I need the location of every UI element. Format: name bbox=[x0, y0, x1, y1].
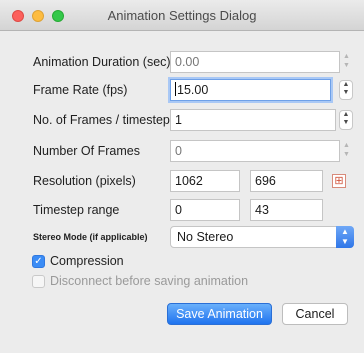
duration-field[interactable]: 0.00 bbox=[170, 51, 340, 73]
frame-rate-field[interactable]: 15.00 bbox=[170, 79, 331, 101]
resolution-width-field[interactable]: 1062 bbox=[170, 170, 240, 192]
resolution-height-field[interactable]: 696 bbox=[250, 170, 323, 192]
title-bar: Animation Settings Dialog bbox=[0, 0, 364, 31]
resolution-label: Resolution (pixels) bbox=[33, 174, 136, 188]
disconnect-checkbox[interactable] bbox=[32, 275, 45, 288]
frame-rate-label: Frame Rate (fps) bbox=[33, 83, 128, 97]
text-cursor bbox=[175, 82, 176, 96]
stereo-mode-select[interactable]: No Stereo ▲ ▼ bbox=[170, 226, 354, 248]
frames-per-timestep-stepper[interactable]: ▲ ▼ bbox=[339, 110, 353, 130]
frame-rate-value: 15.00 bbox=[177, 83, 209, 97]
timestep-start-field[interactable]: 0 bbox=[170, 199, 240, 221]
number-of-frames-stepper[interactable]: ▲ ▼ bbox=[340, 141, 353, 161]
animation-settings-dialog: Animation Settings Dialog Animation Dura… bbox=[0, 0, 364, 353]
disconnect-label: Disconnect before saving animation bbox=[50, 274, 249, 288]
timestep-end-field[interactable]: 43 bbox=[250, 199, 323, 221]
save-animation-button[interactable]: Save Animation bbox=[167, 303, 272, 325]
number-of-frames-label: Number Of Frames bbox=[33, 144, 140, 158]
resolution-grid-icon[interactable]: ⊞ bbox=[332, 174, 346, 188]
cancel-button[interactable]: Cancel bbox=[282, 303, 348, 325]
number-of-frames-field[interactable]: 0 bbox=[170, 140, 340, 162]
stereo-mode-label: Stereo Mode (if applicable) bbox=[33, 232, 148, 242]
compression-checkbox[interactable]: ✓ bbox=[32, 255, 45, 268]
duration-label: Animation Duration (sec) bbox=[33, 55, 171, 69]
frame-rate-stepper[interactable]: ▲ ▼ bbox=[339, 80, 353, 100]
timestep-range-label: Timestep range bbox=[33, 203, 120, 217]
window-title: Animation Settings Dialog bbox=[107, 8, 257, 23]
duration-stepper[interactable]: ▲ ▼ bbox=[340, 52, 353, 72]
chevron-updown-icon: ▲ ▼ bbox=[336, 226, 354, 248]
frames-per-timestep-field[interactable]: 1 bbox=[170, 109, 336, 131]
frames-per-timestep-label: No. of Frames / timestep bbox=[33, 113, 170, 127]
compression-label: Compression bbox=[50, 254, 124, 268]
stereo-mode-value: No Stereo bbox=[177, 230, 234, 244]
